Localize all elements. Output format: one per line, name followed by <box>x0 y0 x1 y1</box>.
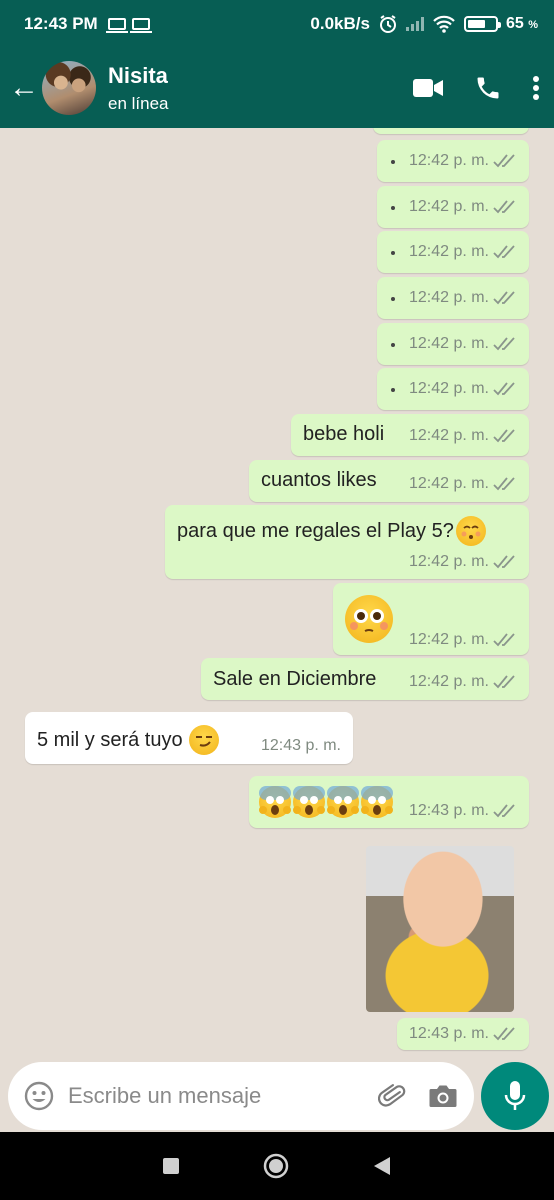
home-icon[interactable] <box>263 1153 289 1179</box>
double-check-icon <box>493 1027 515 1041</box>
contact-info[interactable]: Nisita en línea <box>108 63 169 114</box>
message-time: 12:42 p. m. <box>408 243 489 260</box>
more-vert-icon[interactable] <box>532 75 540 101</box>
double-check-icon <box>493 200 515 214</box>
screaming-face-icon <box>361 786 393 818</box>
message-text <box>259 786 393 818</box>
message-bubble[interactable]: para que me regales el Play 5? 12:42 p. … <box>165 505 529 579</box>
message-bubble-cropped[interactable] <box>373 128 529 134</box>
double-check-icon <box>493 804 515 818</box>
contact-status: en línea <box>108 93 169 113</box>
double-check-icon <box>493 154 515 168</box>
flushed-face-icon <box>345 595 393 643</box>
video-call-icon[interactable] <box>412 77 444 99</box>
message-bubble[interactable]: 12:42 p. m. <box>377 140 529 182</box>
alarm-icon <box>379 15 396 33</box>
double-check-icon <box>493 633 515 647</box>
message-text: cuantos likes <box>261 469 377 491</box>
contact-name: Nisita <box>108 62 168 88</box>
message-bubble[interactable]: 12:42 p. m. <box>377 277 529 319</box>
microphone-icon <box>504 1081 526 1110</box>
message-bubble[interactable]: bebe holi 12:42 p. m. <box>291 414 529 456</box>
message-time: 12:42 p. m. <box>408 631 489 648</box>
back-nav-icon[interactable] <box>372 1155 392 1177</box>
message-text <box>391 206 395 210</box>
message-bubble[interactable]: 12:43 p. m. <box>249 776 529 828</box>
message-time: 12:42 p. m. <box>408 152 489 169</box>
network-speed: 0.0kB/s <box>310 14 370 33</box>
message-time: 12:43 p. m. <box>408 802 489 819</box>
double-check-icon <box>493 675 515 689</box>
battery-icon <box>463 16 501 32</box>
composer <box>0 1060 554 1132</box>
message-time: 12:42 p. m. <box>408 427 489 444</box>
double-check-icon <box>493 555 515 569</box>
battery-percent: 65 % <box>505 15 538 32</box>
smirking-face-icon <box>188 725 219 755</box>
double-check-icon <box>493 291 515 305</box>
message-text <box>391 251 395 255</box>
arrow-left-icon[interactable]: ← <box>8 71 40 105</box>
laptop-icon <box>105 18 128 33</box>
message-bubble-incoming[interactable]: 5 mil y será tuyo 12:43 p. m. <box>25 712 353 764</box>
message-time: 12:42 p. m. <box>408 198 489 215</box>
laptop-icon <box>129 18 152 33</box>
message-time: 12:42 p. m. <box>408 289 489 306</box>
message-text <box>391 343 395 347</box>
screaming-face-icon <box>259 786 291 818</box>
camera-icon[interactable] <box>428 1083 458 1109</box>
double-check-icon <box>493 429 515 443</box>
message-text: para que me regales el Play 5? <box>177 516 486 546</box>
message-text <box>391 388 395 392</box>
status-bar: 12:43 PM 0.0kB/s 65 % <box>0 0 554 48</box>
message-bubble[interactable]: 12:42 p. m. <box>377 231 529 273</box>
phone-icon[interactable] <box>474 74 502 102</box>
message-input-box[interactable] <box>8 1062 474 1130</box>
message-time: 12:42 p. m. <box>408 553 489 570</box>
message-bubble[interactable]: 12:42 p. m. <box>377 323 529 365</box>
message-bubble[interactable]: cuantos likes 12:42 p. m. <box>249 460 529 502</box>
kissing-face-icon <box>455 516 486 546</box>
message-time: 12:43 p. m. <box>260 737 341 754</box>
double-check-icon <box>493 337 515 351</box>
message-input[interactable] <box>68 1083 378 1109</box>
message-text: Sale en Diciembre <box>213 668 377 690</box>
mic-button[interactable] <box>481 1062 549 1130</box>
message-time: 12:42 p. m. <box>408 380 489 397</box>
screaming-face-icon <box>293 786 325 818</box>
double-check-icon <box>493 245 515 259</box>
paperclip-icon[interactable] <box>378 1081 408 1111</box>
message-bubble[interactable]: 12:42 p. m. <box>377 186 529 228</box>
message-text: 5 mil y será tuyo <box>37 725 219 755</box>
signal-icon <box>405 17 424 31</box>
message-text: bebe holi <box>303 423 385 445</box>
recents-icon[interactable] <box>162 1157 180 1175</box>
wifi-icon <box>433 15 455 33</box>
chat-header: ← Nisita en línea <box>0 48 554 128</box>
double-check-icon <box>493 477 515 491</box>
message-text <box>391 297 395 301</box>
avatar[interactable] <box>42 61 96 115</box>
chat-messages[interactable]: 12:42 p. m. 12:42 p. m. 12:42 p. m. 12:4… <box>0 128 554 1060</box>
system-nav-bar <box>0 1132 554 1200</box>
message-bubble[interactable]: 12:42 p. m. <box>377 368 529 410</box>
emoji-icon[interactable] <box>24 1081 54 1111</box>
message-bubble[interactable]: Sale en Diciembre 12:42 p. m. <box>201 658 529 700</box>
screaming-face-icon <box>327 786 359 818</box>
crying-baby-sticker[interactable] <box>366 846 514 1012</box>
double-check-icon <box>493 382 515 396</box>
message-time: 12:42 p. m. <box>408 475 489 492</box>
status-time: 12:43 PM <box>24 14 98 33</box>
message-time: 12:42 p. m. <box>408 673 489 690</box>
message-time: 12:43 p. m. <box>408 1025 489 1042</box>
sticker-time-bubble: 12:43 p. m. <box>397 1018 529 1050</box>
message-bubble[interactable]: 12:42 p. m. <box>333 583 529 655</box>
message-text <box>391 160 395 164</box>
message-time: 12:42 p. m. <box>408 335 489 352</box>
